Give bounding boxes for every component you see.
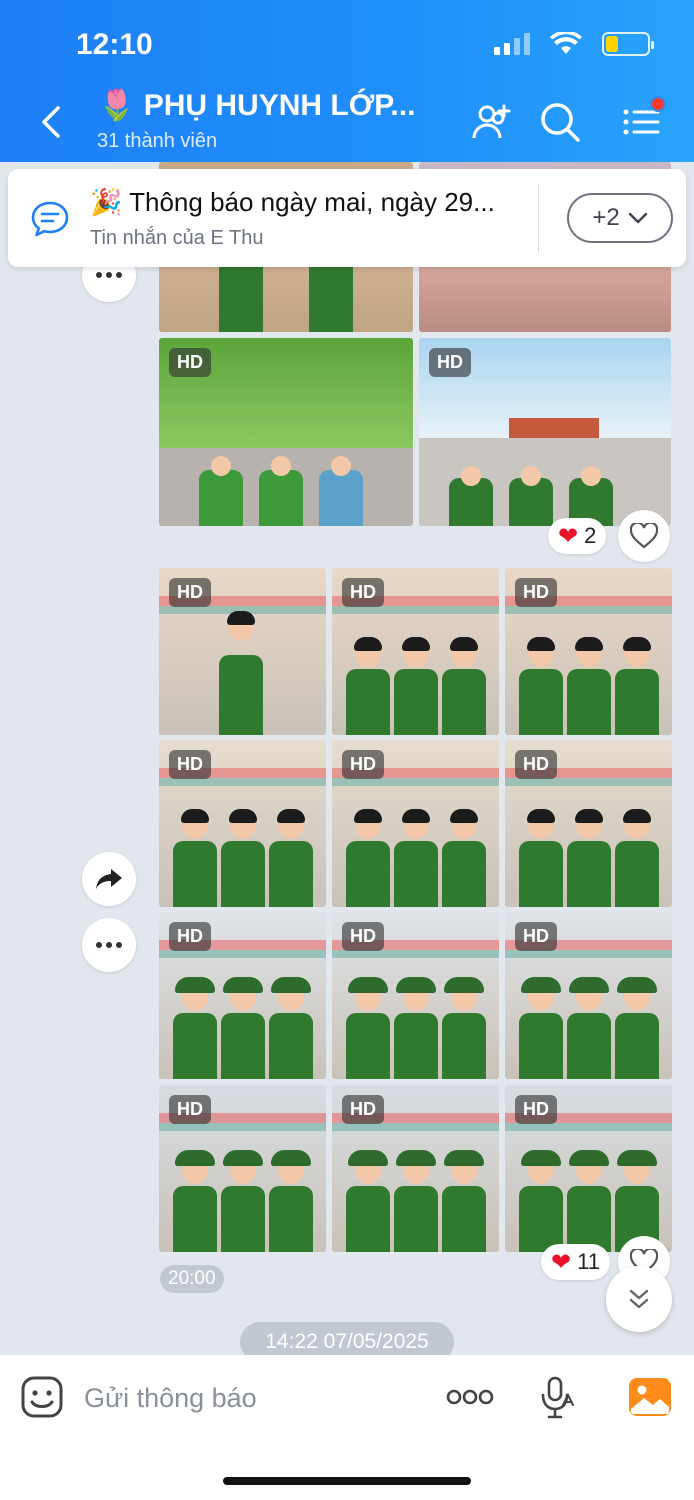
chat-photo[interactable]: HD (159, 568, 326, 735)
composer-bar: Gửi thông báo (0, 1355, 694, 1500)
hd-badge: HD (342, 1095, 384, 1124)
more-pinned-count: +2 (592, 204, 620, 231)
hd-badge: HD (169, 750, 211, 779)
heart-icon: ❤ (551, 1248, 572, 1276)
chat-photo[interactable]: HD (505, 1085, 672, 1252)
message-time: 20:00 (160, 1265, 224, 1293)
hd-badge: HD (342, 750, 384, 779)
reaction-summary[interactable]: ❤ 2 (548, 518, 607, 554)
chat-photo[interactable]: HD (159, 912, 326, 1079)
pinned-title: 🎉 Thông báo ngày mai, ngày 29... (90, 187, 495, 217)
double-chevron-down-icon (629, 1289, 649, 1309)
hd-badge: HD (429, 348, 471, 377)
more-horizontal-icon[interactable] (446, 1387, 494, 1407)
menu-list-button[interactable] (620, 96, 666, 144)
voice-microphone-icon[interactable] (538, 1375, 574, 1421)
hd-badge: HD (515, 922, 557, 951)
status-time: 12:10 (76, 28, 153, 61)
wifi-icon (550, 32, 582, 54)
chat-photo[interactable]: HD (505, 912, 672, 1079)
more-dots-icon (96, 272, 122, 278)
chat-photo[interactable]: HD (419, 338, 671, 526)
home-indicator (223, 1477, 471, 1485)
member-count: 31 thành viên (97, 130, 218, 152)
hd-badge: HD (515, 578, 557, 607)
heart-icon: ❤ (558, 522, 579, 550)
pinned-sender: Tin nhắn của E Thu (90, 227, 264, 249)
group-name[interactable]: 🌷 PHỤ HUYNH LỚP... (98, 88, 428, 123)
sticker-icon[interactable] (20, 1375, 64, 1419)
chat-photo[interactable]: HD (332, 568, 499, 735)
battery-icon (602, 32, 654, 56)
back-arrow-icon[interactable] (30, 100, 74, 144)
image-gallery-icon[interactable] (628, 1377, 672, 1417)
search-icon[interactable] (538, 100, 582, 144)
chat-photo[interactable]: HD (159, 338, 413, 526)
reaction-summary[interactable]: ❤ 11 (541, 1244, 610, 1280)
forward-arrow-icon (96, 869, 122, 889)
more-options-button[interactable] (82, 918, 136, 972)
hd-badge: HD (169, 922, 211, 951)
hd-badge: HD (342, 578, 384, 607)
reaction-count: 2 (584, 523, 597, 548)
chat-photo[interactable]: HD (332, 740, 499, 907)
add-member-icon[interactable] (470, 100, 514, 144)
chat-photo[interactable]: HD (332, 912, 499, 1079)
notification-dot (650, 96, 666, 112)
cellular-signal-icon (494, 33, 530, 55)
hd-badge: HD (169, 1095, 211, 1124)
chat-photo[interactable]: HD (159, 740, 326, 907)
scroll-to-bottom-button[interactable] (606, 1266, 672, 1332)
message-input[interactable]: Gửi thông báo (84, 1383, 257, 1414)
hd-badge: HD (515, 1095, 557, 1124)
heart-outline-icon (630, 523, 658, 549)
status-icons (494, 32, 654, 56)
reaction-count: 11 (577, 1249, 600, 1274)
chat-photo[interactable]: HD (159, 1085, 326, 1252)
chat-photo[interactable]: HD (505, 740, 672, 907)
hd-badge: HD (169, 578, 211, 607)
chat-bubble-icon (31, 201, 69, 237)
react-button[interactable] (618, 510, 670, 562)
chat-photo[interactable]: HD (332, 1085, 499, 1252)
pinned-message-banner[interactable]: 🎉 Thông báo ngày mai, ngày 29... Tin nhắ… (8, 169, 686, 267)
chat-header: 12:10 🌷 PHỤ HUYNH LỚP... 31 thành viên (0, 0, 694, 162)
more-dots-icon (96, 942, 122, 948)
chevron-down-icon (628, 212, 647, 224)
hd-badge: HD (342, 922, 384, 951)
hd-badge: HD (169, 348, 211, 377)
chat-photo[interactable]: HD (505, 568, 672, 735)
more-pinned-button[interactable]: +2 (567, 193, 673, 243)
divider (538, 183, 539, 253)
hd-badge: HD (515, 750, 557, 779)
share-button[interactable] (82, 852, 136, 906)
